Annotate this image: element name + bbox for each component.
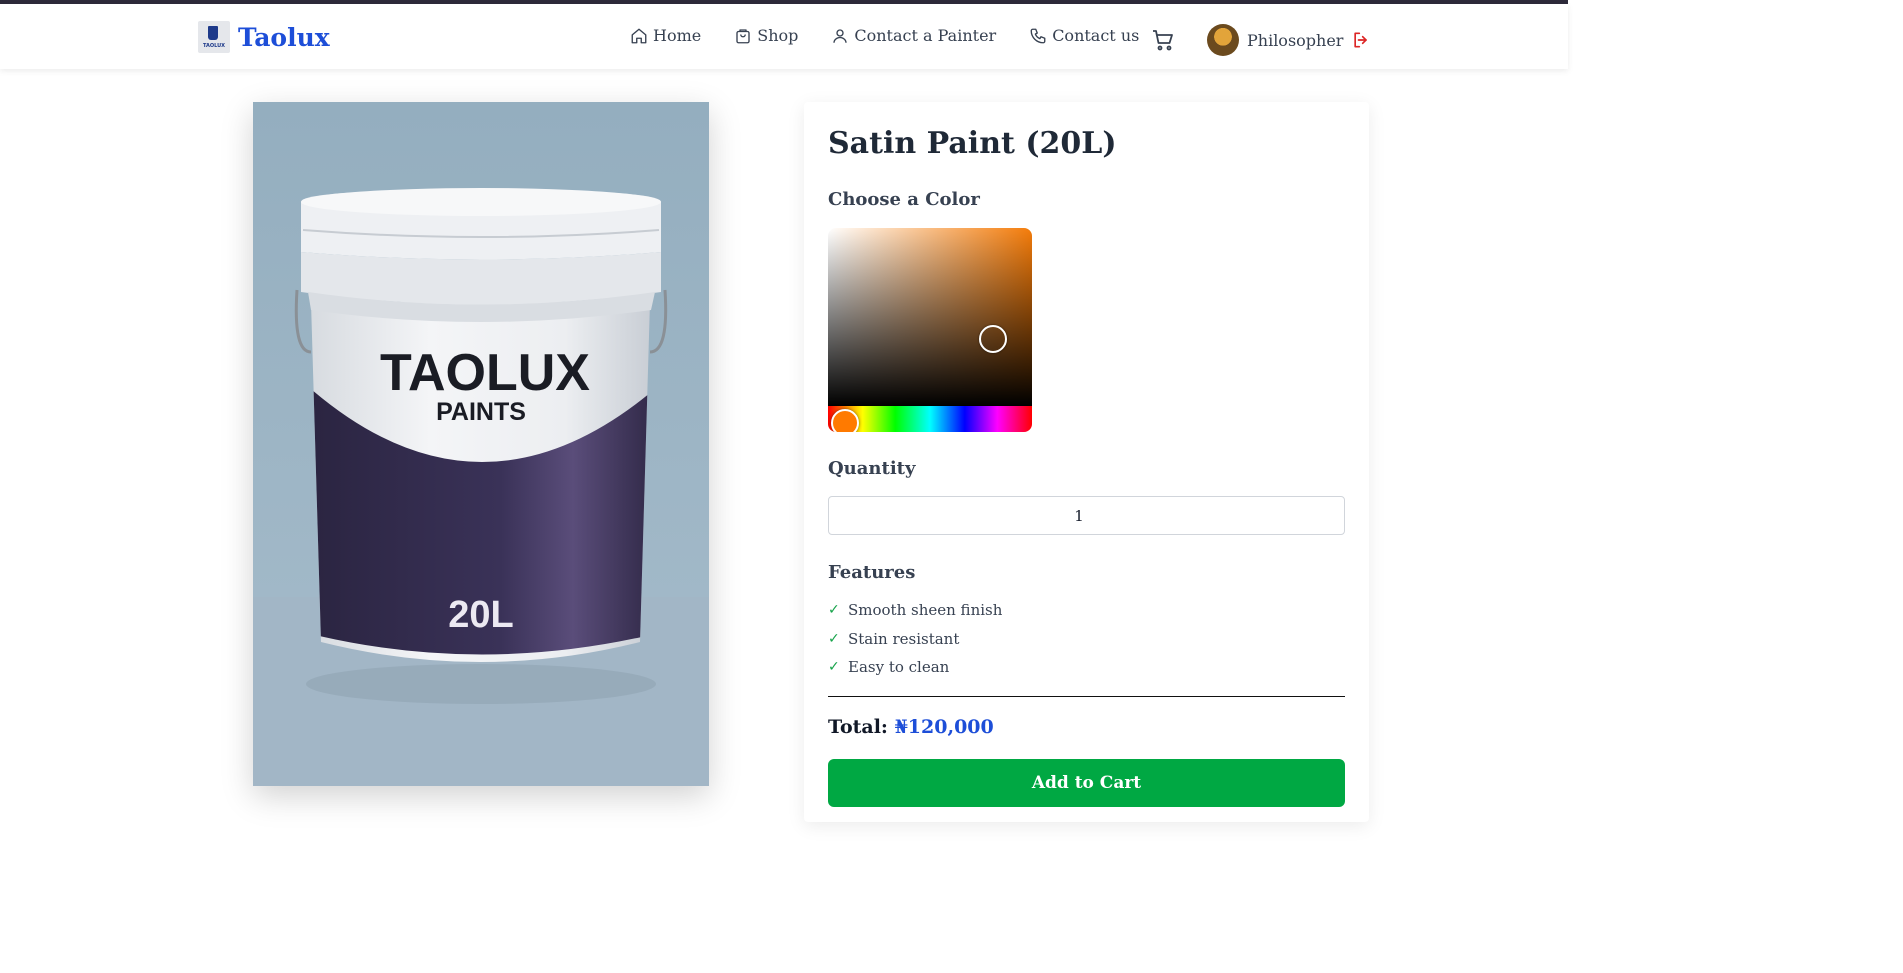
- phone-icon: [1030, 28, 1046, 43]
- list-item: ✓ Stain resistant: [828, 629, 960, 648]
- user-icon: [833, 28, 848, 43]
- nav-home-label: Home: [653, 26, 702, 45]
- total-label: Total:: [828, 716, 888, 738]
- total-value: ₦120,000: [894, 716, 994, 738]
- color-picker[interactable]: [828, 228, 1032, 432]
- navbar: TAOLUX Taolux Home Shop Contact a Painte…: [0, 4, 1568, 69]
- product-image: TAOLUX PAINTS 20L: [253, 102, 709, 786]
- saturation-handle[interactable]: [979, 325, 1007, 353]
- product-title: Satin Paint (20L): [828, 126, 1117, 161]
- nav-contact-us[interactable]: Contact us: [1029, 26, 1139, 45]
- quantity-heading: Quantity: [828, 458, 916, 479]
- product-panel: Satin Paint (20L) Choose a Color Quantit…: [804, 102, 1369, 822]
- color-heading: Choose a Color: [828, 189, 980, 210]
- list-item: ✓ Smooth sheen finish: [828, 601, 1003, 620]
- bucket-size-text: 20L: [448, 594, 513, 636]
- shopping-bag-icon: [736, 28, 750, 43]
- main-nav: Home Shop Contact a Painter Contact us: [630, 26, 1172, 45]
- logout-icon[interactable]: [1351, 30, 1371, 50]
- nav-shop[interactable]: Shop: [734, 26, 798, 45]
- nav-contact-painter-label: Contact a Painter: [854, 26, 997, 45]
- nav-contact-painter[interactable]: Contact a Painter: [831, 26, 996, 45]
- nav-home[interactable]: Home: [630, 26, 701, 45]
- list-item: ✓ Easy to clean: [828, 658, 950, 677]
- user-name: Philosopher: [1247, 30, 1344, 50]
- brand[interactable]: TAOLUX Taolux: [198, 21, 330, 53]
- nav-shop-label: Shop: [757, 26, 799, 45]
- total: Total: ₦120,000: [828, 716, 994, 738]
- brand-name: Taolux: [238, 22, 330, 52]
- cart-icon[interactable]: [1151, 28, 1175, 52]
- check-icon: ✓: [828, 659, 840, 676]
- add-to-cart-button[interactable]: Add to Cart: [828, 759, 1345, 807]
- saturation-area[interactable]: [828, 228, 1032, 406]
- features-list: ✓ Smooth sheen finish ✓ Stain resistant ✓ E…: [828, 596, 1002, 682]
- nav-contact-us-label: Contact us: [1052, 26, 1140, 45]
- check-icon: ✓: [828, 630, 840, 647]
- home-icon: [631, 28, 647, 43]
- bucket-line-text: PAINTS: [436, 398, 526, 426]
- hue-handle[interactable]: [831, 409, 859, 432]
- brand-logo: TAOLUX: [198, 21, 230, 53]
- features-heading: Features: [828, 562, 916, 583]
- quantity-input[interactable]: [828, 496, 1345, 535]
- user-menu[interactable]: Philosopher: [1207, 24, 1371, 56]
- check-icon: ✓: [828, 602, 840, 619]
- avatar[interactable]: [1207, 24, 1239, 56]
- hue-slider[interactable]: [828, 406, 1032, 432]
- bucket-brand-text: TAOLUX: [380, 344, 590, 402]
- divider: [828, 696, 1345, 697]
